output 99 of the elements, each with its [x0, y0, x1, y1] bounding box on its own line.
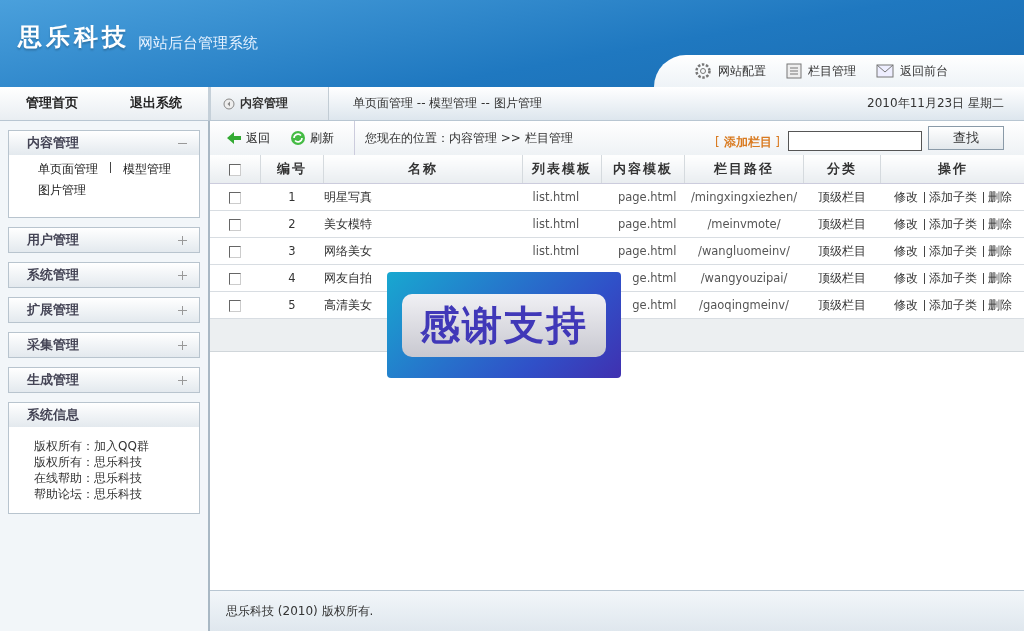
table-cell: 顶级栏目 [803, 291, 881, 319]
action-link[interactable]: 删除 [988, 216, 1012, 231]
expand-icon[interactable] [178, 235, 187, 245]
back-button[interactable]: 返回 [226, 129, 270, 147]
column-header: 内容模板 [601, 155, 685, 184]
info-line: 版权所有：思乐科技 [34, 454, 143, 470]
gear-icon[interactable] [694, 62, 712, 80]
table-cell: 5 [260, 291, 324, 319]
envelope-icon[interactable] [876, 64, 894, 78]
sidebar-link[interactable]: 模型管理 [123, 162, 171, 176]
row-checkbox[interactable] [229, 191, 242, 204]
action-link[interactable]: 修改 [894, 270, 918, 285]
table-cell: page.html [601, 210, 685, 238]
system-title: 网站后台管理系统 [138, 34, 258, 53]
row-checkbox[interactable] [229, 272, 242, 285]
table-cell: 网络美女 [323, 237, 523, 265]
panel-title: 系统管理 [27, 266, 79, 284]
table-cell: 顶级栏目 [803, 210, 881, 238]
table-cell: 3 [260, 237, 324, 265]
table-cell: page.html [601, 237, 685, 265]
panel-title: 用户管理 [27, 231, 79, 249]
panel-title: 系统信息 [27, 406, 79, 424]
top-link[interactable]: 网站配置 [718, 62, 766, 80]
panel-header[interactable]: 采集管理 [9, 333, 199, 357]
copyright-text: 思乐科技 (2010) 版权所有. [226, 602, 374, 620]
row-checkbox[interactable] [229, 299, 242, 312]
expand-icon[interactable] [178, 305, 187, 315]
table-cell: /gaoqingmeinv/ [684, 291, 804, 319]
refresh-icon [290, 130, 306, 146]
column-header: 名称 [323, 155, 523, 184]
table-cell: 明星写真 [323, 183, 523, 211]
search-button[interactable]: 查找 [928, 126, 1004, 150]
column-header: 编号 [260, 155, 324, 184]
action-link[interactable]: 修改 [894, 243, 918, 258]
table-cell: /mingxingxiezhen/ [684, 183, 804, 211]
column-header: 操作 [880, 155, 1024, 184]
panel-header[interactable]: 用户管理 [9, 228, 199, 252]
table-cell: list.html [522, 237, 602, 265]
panel-title: 生成管理 [27, 371, 79, 389]
table-cell: 顶级栏目 [803, 264, 881, 292]
column-header: 分类 [803, 155, 881, 184]
panel-title: 内容管理 [27, 134, 79, 152]
breadcrumb: 单页面管理 -- 模型管理 -- 图片管理 [353, 95, 542, 112]
table-cell: 美女模特 [323, 210, 523, 238]
panel-header[interactable]: 生成管理 [9, 368, 199, 392]
table-cell: /wangyouzipai/ [684, 264, 804, 292]
nav-link[interactable]: 管理首页 [26, 95, 78, 112]
action-link[interactable]: 删除 [988, 270, 1012, 285]
section-tab[interactable]: 内容管理 [211, 87, 329, 120]
table-cell: 顶级栏目 [803, 183, 881, 211]
search-field[interactable] [788, 131, 922, 151]
info-line: 帮助论坛：思乐科技 [34, 486, 143, 502]
sidebar-link[interactable]: 图片管理 [38, 183, 86, 197]
action-link[interactable]: 添加子类 [929, 189, 977, 204]
table-cell: list.html [522, 210, 602, 238]
logo: 思乐科技 [18, 22, 130, 53]
info-line: 版权所有：加入QQ群 [34, 438, 150, 454]
action-link[interactable]: 添加子类 [929, 270, 977, 285]
panel-header[interactable]: 扩展管理 [9, 298, 199, 322]
panel-title: 扩展管理 [27, 301, 79, 319]
table-cell: /meinvmote/ [684, 210, 804, 238]
row-checkbox[interactable] [229, 245, 242, 258]
top-link[interactable]: 返回前台 [900, 62, 948, 80]
select-all-checkbox[interactable] [229, 164, 241, 176]
action-link[interactable]: 修改 [894, 297, 918, 312]
top-link[interactable]: 栏目管理 [808, 62, 856, 80]
expand-icon[interactable] [178, 375, 187, 385]
table-cell: 4 [260, 264, 324, 292]
date-text: 2010年11月23日 星期二 [867, 95, 1004, 112]
table-cell: 顶级栏目 [803, 237, 881, 265]
banner-text: 感谢支持 [402, 293, 606, 357]
table-cell: /wangluomeinv/ [684, 237, 804, 265]
panel-header[interactable]: 内容管理 [9, 131, 199, 155]
table-cell: 1 [260, 183, 324, 211]
info-line: 在线帮助：思乐科技 [34, 470, 143, 486]
action-link[interactable]: 修改 [894, 189, 918, 204]
action-link[interactable]: 添加子类 [929, 297, 977, 312]
table-cell: page.html [601, 183, 685, 211]
table-cell: 2 [260, 210, 324, 238]
action-link[interactable]: 添加子类 [929, 243, 977, 258]
expand-icon[interactable] [178, 270, 187, 280]
column-header: 列表模板 [522, 155, 602, 184]
action-link[interactable]: 添加子类 [929, 216, 977, 231]
action-link[interactable]: 删除 [988, 189, 1012, 204]
refresh-button[interactable]: 刷新 [290, 129, 334, 147]
action-link[interactable]: 删除 [988, 297, 1012, 312]
table-cell: list.html [522, 183, 602, 211]
left-arrow-icon [226, 131, 242, 145]
row-checkbox[interactable] [229, 218, 242, 231]
nav-link[interactable]: 退出系统 [130, 95, 182, 112]
sidebar-link[interactable]: 单页面管理 [38, 162, 98, 176]
expand-icon[interactable] [178, 340, 187, 350]
panel-header[interactable]: 系统管理 [9, 263, 199, 287]
action-link[interactable]: 删除 [988, 243, 1012, 258]
panel-title: 采集管理 [27, 336, 79, 354]
back-circle-icon [223, 97, 235, 110]
section-title: 内容管理 [240, 95, 288, 112]
action-link[interactable]: 修改 [894, 216, 918, 231]
column-header: 栏目路径 [684, 155, 804, 184]
